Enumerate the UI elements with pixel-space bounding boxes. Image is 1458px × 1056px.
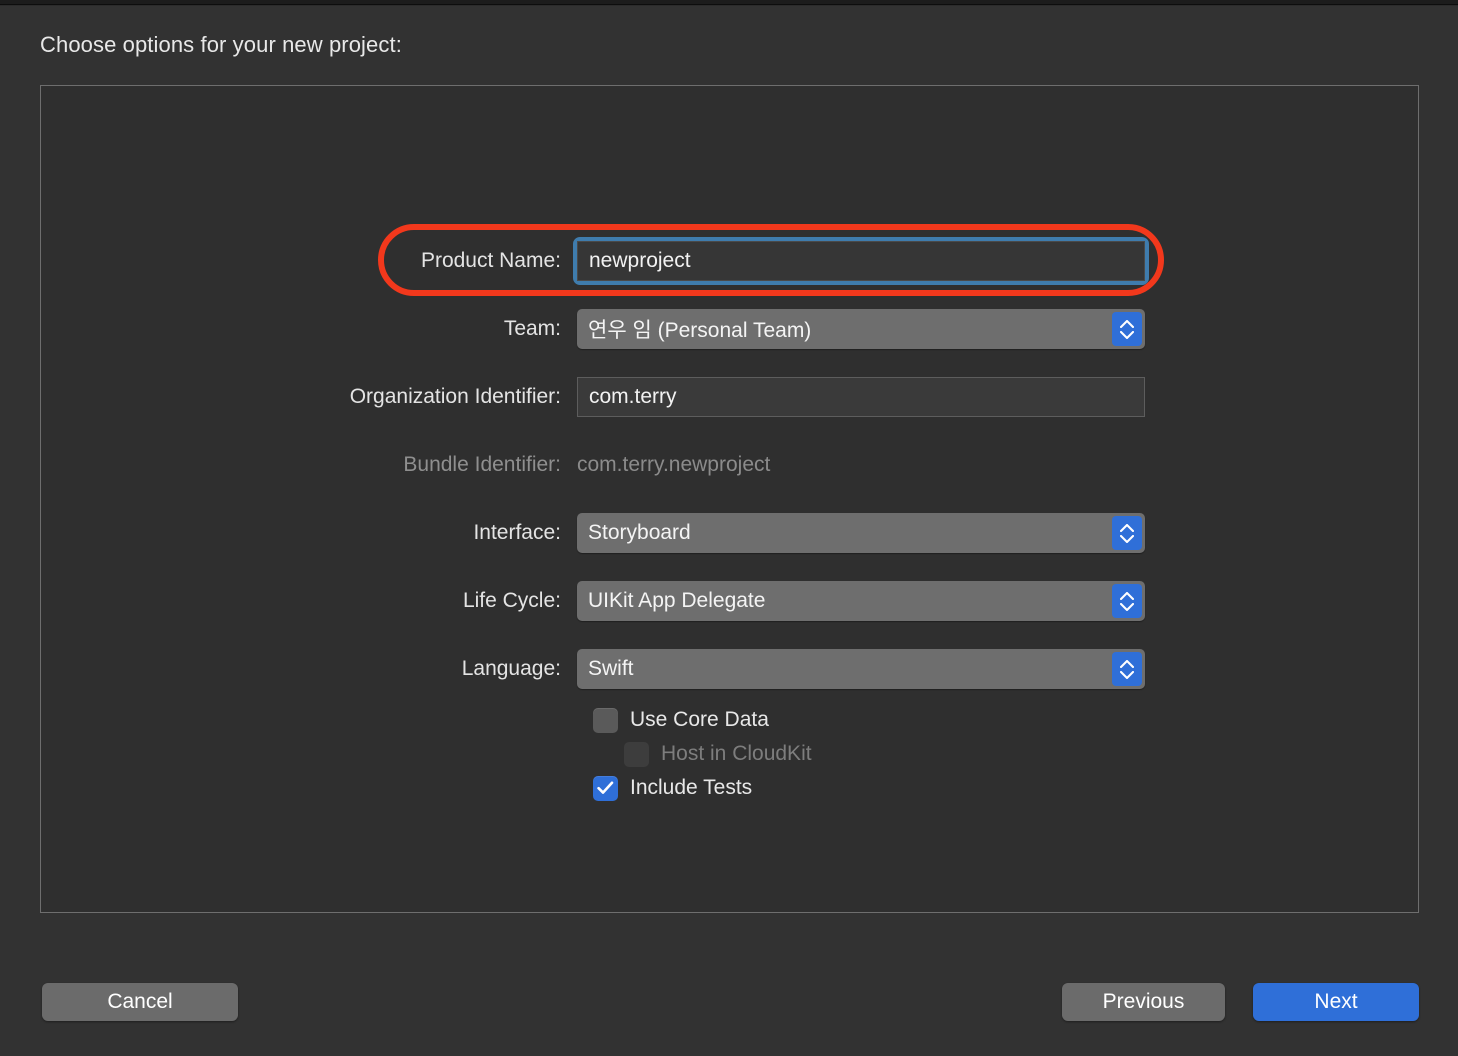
product-name-label: Product Name: bbox=[420, 249, 561, 272]
organization-identifier-control: com.terry bbox=[577, 377, 1145, 417]
team-dropdown[interactable]: 연우 임 (Personal Team) bbox=[577, 309, 1145, 349]
checkbox-box bbox=[624, 741, 649, 767]
language-dropdown[interactable]: Swift bbox=[577, 649, 1145, 689]
stepper-up-down-icon[interactable] bbox=[1112, 312, 1142, 346]
team-control: 연우 임 (Personal Team) bbox=[577, 309, 1145, 349]
form-row-life-cycle: Life Cycle: UIKit App Delegate bbox=[41, 581, 1418, 621]
options-panel: Product Name: newproject Team: 연우 임 (Per… bbox=[40, 85, 1419, 913]
new-project-options-dialog: Choose options for your new project: Pro… bbox=[0, 6, 1458, 1056]
checkbox-include-tests[interactable]: Include Tests bbox=[577, 771, 1418, 805]
checkmark-icon bbox=[597, 781, 614, 794]
checkbox-host-in-cloudkit: Host in CloudKit bbox=[577, 737, 1418, 771]
interface-dropdown-value: Storyboard bbox=[588, 521, 691, 544]
cancel-button[interactable]: Cancel bbox=[42, 983, 238, 1021]
previous-button[interactable]: Previous bbox=[1062, 983, 1225, 1021]
window-top-edge bbox=[0, 0, 1458, 5]
next-button[interactable]: Next bbox=[1253, 983, 1419, 1021]
checkbox-label: Host in CloudKit bbox=[661, 742, 812, 765]
language-dropdown-value: Swift bbox=[588, 657, 634, 680]
form-row-organization-identifier: Organization Identifier: com.terry bbox=[41, 377, 1418, 417]
life-cycle-dropdown[interactable]: UIKit App Delegate bbox=[577, 581, 1145, 621]
checkbox-box[interactable] bbox=[593, 707, 618, 733]
checkbox-box[interactable] bbox=[593, 775, 618, 801]
organization-identifier-input[interactable]: com.terry bbox=[577, 377, 1145, 417]
stepper-up-down-icon[interactable] bbox=[1112, 584, 1142, 618]
product-name-control: newproject bbox=[573, 237, 1149, 285]
team-dropdown-value: 연우 임 (Personal Team) bbox=[588, 319, 812, 342]
page-title: Choose options for your new project: bbox=[40, 32, 402, 57]
product-name-focus-ring: newproject bbox=[573, 237, 1149, 285]
checkbox-label: Include Tests bbox=[630, 776, 753, 799]
checkbox-label: Use Core Data bbox=[630, 708, 769, 731]
interface-label: Interface: bbox=[473, 521, 561, 544]
product-name-input[interactable]: newproject bbox=[577, 241, 1145, 281]
form-row-product-name: Product Name: newproject bbox=[41, 237, 1418, 285]
form-row-bundle-identifier: Bundle Identifier: com.terry.newproject bbox=[41, 445, 1418, 485]
interface-dropdown[interactable]: Storyboard bbox=[577, 513, 1145, 553]
checkbox-use-core-data[interactable]: Use Core Data bbox=[577, 703, 1418, 737]
stepper-up-down-icon[interactable] bbox=[1112, 516, 1142, 550]
life-cycle-label: Life Cycle: bbox=[462, 589, 561, 612]
bundle-identifier-label: Bundle Identifier: bbox=[403, 453, 561, 476]
language-label: Language: bbox=[461, 657, 561, 680]
interface-control: Storyboard bbox=[577, 513, 1145, 553]
bundle-identifier-value: com.terry.newproject bbox=[577, 453, 771, 476]
project-options-form: Product Name: newproject Team: 연우 임 (Per… bbox=[41, 237, 1418, 805]
stepper-up-down-icon[interactable] bbox=[1112, 652, 1142, 686]
bundle-identifier-control: com.terry.newproject bbox=[577, 445, 1145, 485]
form-row-language: Language: Swift bbox=[41, 649, 1418, 689]
form-row-interface: Interface: Storyboard bbox=[41, 513, 1418, 553]
organization-identifier-label: Organization Identifier: bbox=[349, 385, 561, 408]
form-row-team: Team: 연우 임 (Personal Team) bbox=[41, 309, 1418, 349]
language-control: Swift bbox=[577, 649, 1145, 689]
team-label: Team: bbox=[503, 317, 561, 340]
life-cycle-dropdown-value: UIKit App Delegate bbox=[588, 589, 766, 612]
life-cycle-control: UIKit App Delegate bbox=[577, 581, 1145, 621]
